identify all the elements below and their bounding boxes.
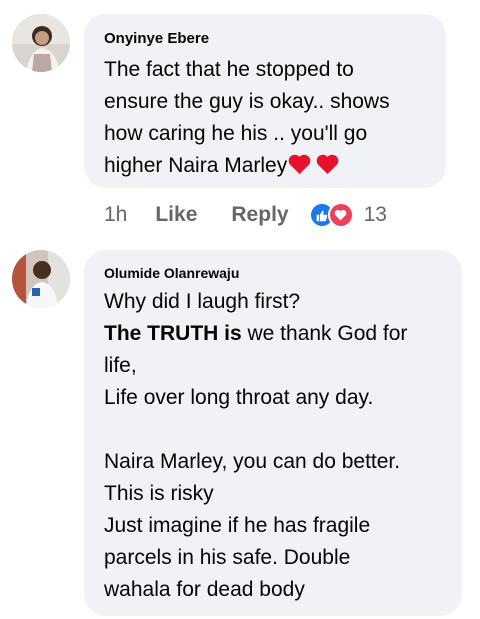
reply-button[interactable]: Reply <box>231 203 288 227</box>
comment-author[interactable]: Olumide Olanrewaju <box>104 265 239 281</box>
comment-text: Why did I laugh first? The TRUTH is we t… <box>104 286 448 606</box>
comment-bubble: Onyinye Ebere The fact that he stopped t… <box>84 14 446 188</box>
avatar[interactable] <box>12 250 70 308</box>
comment-line: Just imagine if he has fragile <box>104 514 371 537</box>
comment-line: ensure the guy is okay.. shows <box>104 90 390 113</box>
comment-line: parcels in his safe. Double <box>104 546 351 569</box>
heart-emoji-icon <box>287 153 312 185</box>
like-button[interactable]: Like <box>155 203 197 227</box>
reaction-count[interactable]: 13 <box>364 203 387 227</box>
comment-line: The TRUTH is we thank God for <box>104 318 448 350</box>
comment-line-with-emoji: higher Naira Marley <box>104 150 432 185</box>
avatar[interactable] <box>12 14 70 72</box>
comment-line: life, <box>104 354 137 377</box>
comment-actions: 1h Like Reply 13 <box>104 201 387 229</box>
comment-author[interactable]: Onyinye Ebere <box>104 30 209 47</box>
comment-line: Why did I laugh first? <box>104 290 301 313</box>
comment-bold-text: The TRUTH is <box>104 322 242 345</box>
comment-line: The fact that he stopped to <box>104 58 354 81</box>
comment-line: Naira Marley, you can do better. <box>104 450 401 473</box>
comment-line: wahala for dead body <box>104 578 305 601</box>
heart-emoji-icon <box>315 153 340 185</box>
heart-icon <box>327 202 354 228</box>
reactions-summary[interactable] <box>308 202 354 228</box>
comment-text-run: we thank God for <box>241 322 408 345</box>
comment-line: how caring he his .. you'll go <box>104 122 368 145</box>
comment-line: This is risky <box>104 482 214 505</box>
comment-text: The fact that he stopped to ensure the g… <box>104 54 432 185</box>
comment-bubble: Olumide Olanrewaju Why did I laugh first… <box>84 250 462 616</box>
comment-line: higher Naira Marley <box>104 154 288 177</box>
comment-line: Life over long throat any day. <box>104 386 374 409</box>
comment-time[interactable]: 1h <box>104 203 127 227</box>
